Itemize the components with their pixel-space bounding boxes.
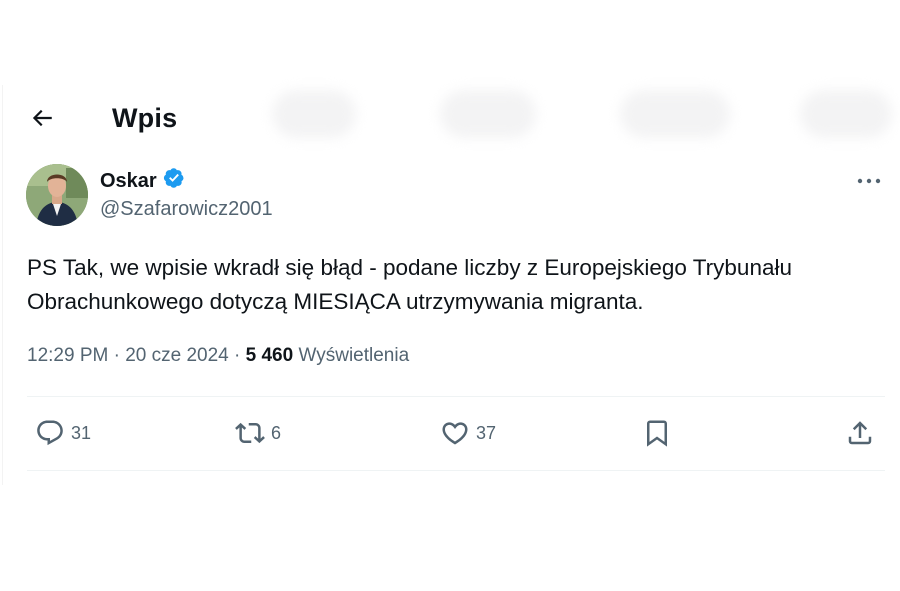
author-name[interactable]: Oskar xyxy=(100,167,185,195)
reply-count: 31 xyxy=(71,422,92,443)
display-name: Oskar xyxy=(100,169,157,192)
share-icon xyxy=(845,418,875,448)
retweet-icon xyxy=(235,418,265,448)
avatar[interactable] xyxy=(26,164,88,226)
tweet-date[interactable]: 20 cze 2024 xyxy=(125,345,229,366)
divider xyxy=(27,470,885,471)
meta-separator: · xyxy=(113,345,120,366)
action-bar: 31 6 37 xyxy=(0,414,900,458)
meta-separator: · xyxy=(234,345,241,366)
bookmark-button[interactable] xyxy=(642,418,672,448)
share-button[interactable] xyxy=(845,418,875,448)
reply-button[interactable]: 31 xyxy=(35,418,91,448)
tweet-meta: 12:29 PM · 20 cze 2024 · 5 460 Wyświetle… xyxy=(27,345,409,367)
bookmark-icon xyxy=(642,418,672,448)
tweet-time[interactable]: 12:29 PM xyxy=(27,345,108,366)
arrow-left-icon xyxy=(29,105,55,136)
views-label: Wyświetlenia xyxy=(298,345,410,366)
reply-icon xyxy=(35,418,65,448)
verified-badge-icon xyxy=(163,167,185,195)
more-dots-icon xyxy=(857,171,881,189)
retweet-count: 6 xyxy=(271,422,282,443)
back-button[interactable] xyxy=(22,100,62,140)
retweet-button[interactable]: 6 xyxy=(235,418,281,448)
views-count: 5 460 xyxy=(245,345,294,366)
divider xyxy=(27,396,885,397)
page-title: Wpis xyxy=(112,103,178,133)
tweet-text: PS Tak, we wpisie wkradł się błąd - poda… xyxy=(27,255,792,314)
author-handle[interactable]: @Szafarowicz2001 xyxy=(100,198,273,221)
heart-icon xyxy=(440,418,470,448)
like-count: 37 xyxy=(476,422,497,443)
page-header: Wpis xyxy=(0,96,900,146)
like-button[interactable]: 37 xyxy=(440,418,496,448)
more-options-button[interactable] xyxy=(852,168,886,192)
